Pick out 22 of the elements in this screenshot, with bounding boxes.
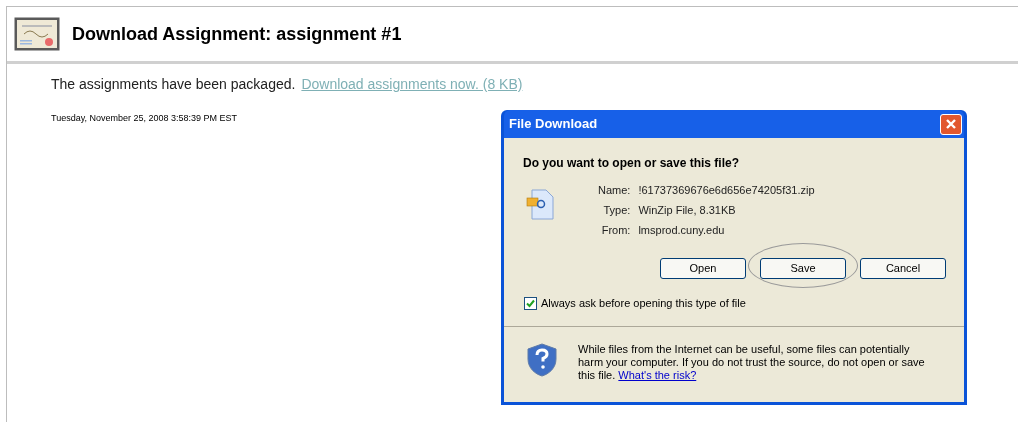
warning-text: While files from the Internet can be useful, some files can potentially harm your computer. If you do not trust the source, do not open or save this file. What's the risk? <box>578 342 926 382</box>
status-message: The assignments have been packaged. <box>51 75 296 94</box>
dialog-question: Do you want to open or save this file? <box>522 155 741 172</box>
dialog-button[interactable]: Open <box>660 257 746 279</box>
field-label: From: <box>600 223 631 238</box>
checkbox[interactable] <box>524 296 537 310</box>
field-value: lmsprod.cuny.edu <box>638 223 726 238</box>
dialog-button[interactable]: Cancel <box>860 257 946 279</box>
close-icon <box>945 118 957 130</box>
page-title: Download Assignment: assignment #1 <box>72 22 402 46</box>
close-button[interactable] <box>940 113 962 135</box>
field-value: !61737369676e6d656e74205f31.zip <box>638 183 815 198</box>
field-label: Type: <box>602 203 631 218</box>
field-label: Name: <box>598 183 631 198</box>
checkbox-label: Always ask before opening this type of file <box>541 296 746 311</box>
shield-help-icon <box>526 342 558 377</box>
dialog-title: File Download <box>509 115 598 134</box>
certificate-icon <box>14 17 60 51</box>
dialog-button[interactable]: Save <box>760 257 846 279</box>
risk-link[interactable]: What's the risk? <box>618 368 697 381</box>
field-value: WinZip File, 8.31KB <box>638 203 737 218</box>
timestamp: Tuesday, November 25, 2008 3:58:39 PM EST <box>51 112 238 125</box>
